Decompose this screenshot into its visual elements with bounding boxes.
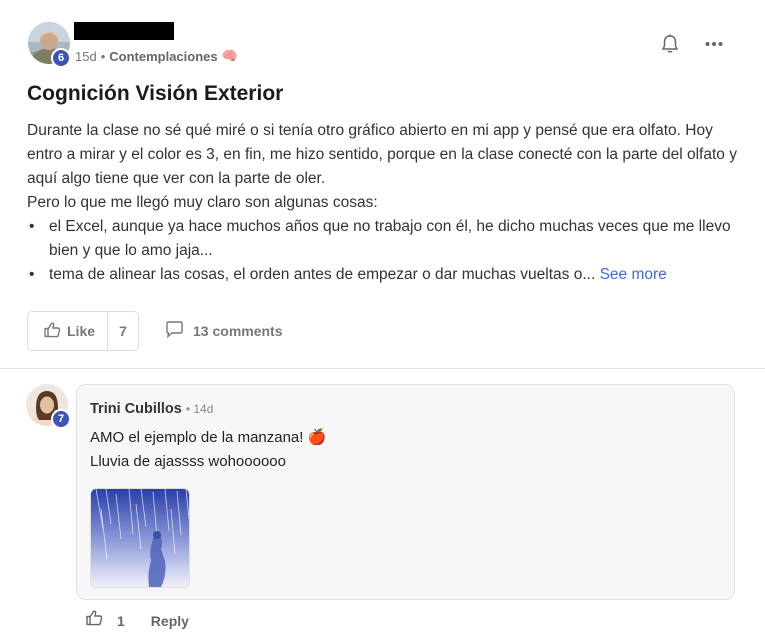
bullet-dot: • (29, 218, 35, 235)
comment-like-button[interactable]: 1 (86, 610, 125, 631)
post-card: 6 15d • Contemplaciones 🧠 Cognición Visi… (0, 0, 765, 368)
level-badge: 6 (51, 48, 71, 68)
list-item-text: el Excel, aunque ya hace muchos años que… (49, 218, 731, 259)
like-count-button[interactable]: 7 (108, 312, 138, 350)
comment-image-thumbnail[interactable] (90, 488, 190, 588)
meta-separator: • (100, 48, 106, 64)
comment-bubble: Trini Cubillos • 14d AMO el ejemplo de l… (76, 384, 735, 600)
post-time: 15d (75, 48, 97, 64)
list-item-text: tema de alinear las cosas, el orden ante… (49, 266, 596, 283)
level-badge: 7 (51, 409, 71, 429)
comment-time: • 14d (185, 402, 214, 416)
like-control: Like 7 (27, 311, 140, 351)
section-divider (0, 368, 765, 369)
post-paragraph: Pero lo que me llegó muy claro son algun… (27, 194, 378, 211)
post-actions: Like 7 13 comments (27, 311, 283, 351)
post-category[interactable]: Contemplaciones (109, 49, 217, 64)
category-emoji: 🧠 (221, 48, 238, 63)
comment-header: Trini Cubillos • 14d (90, 401, 213, 417)
author-avatar[interactable]: 6 (28, 22, 71, 68)
list-item: • tema de alinear las cosas, el orden an… (27, 263, 742, 287)
comment-icon (165, 321, 184, 341)
reply-button[interactable]: Reply (151, 613, 189, 629)
post-meta: 15d • Contemplaciones 🧠 (75, 48, 238, 64)
list-item: • el Excel, aunque ya hace muchos años q… (27, 215, 742, 263)
comment-text: AMO el ejemplo de la manzana! 🍎 Lluvia d… (90, 426, 326, 474)
author-name-redacted (74, 22, 174, 40)
post-title: Cognición Visión Exterior (27, 82, 284, 105)
comments-button[interactable]: 13 comments (165, 321, 283, 341)
thumbs-up-icon (86, 610, 103, 631)
bell-icon[interactable] (659, 33, 681, 55)
list-item-text-wrap: tema de alinear las cosas, el orden ante… (49, 263, 667, 287)
like-label: Like (67, 323, 96, 339)
more-horizontal-icon[interactable] (703, 33, 725, 55)
post-paragraph: Durante la clase no sé qué miré o si ten… (27, 122, 737, 187)
comment-like-count: 1 (117, 612, 125, 629)
see-more-link[interactable]: See more (600, 266, 667, 283)
comment-author-name[interactable]: Trini Cubillos (90, 401, 182, 417)
post-top-actions (659, 33, 725, 55)
comment-actions: 1 Reply (86, 610, 189, 631)
thumbs-up-icon (44, 322, 61, 341)
post-body: Durante la clase no sé qué miré o si ten… (27, 119, 742, 287)
comment-line: Lluvia de ajassss wohoooooo (90, 453, 286, 470)
comment-author-avatar[interactable]: 7 (26, 384, 71, 429)
comment-line: AMO el ejemplo de la manzana! 🍎 (90, 429, 327, 446)
bullet-dot: • (29, 266, 35, 283)
like-button[interactable]: Like (28, 312, 109, 350)
comments-count-label: 13 comments (193, 323, 283, 339)
